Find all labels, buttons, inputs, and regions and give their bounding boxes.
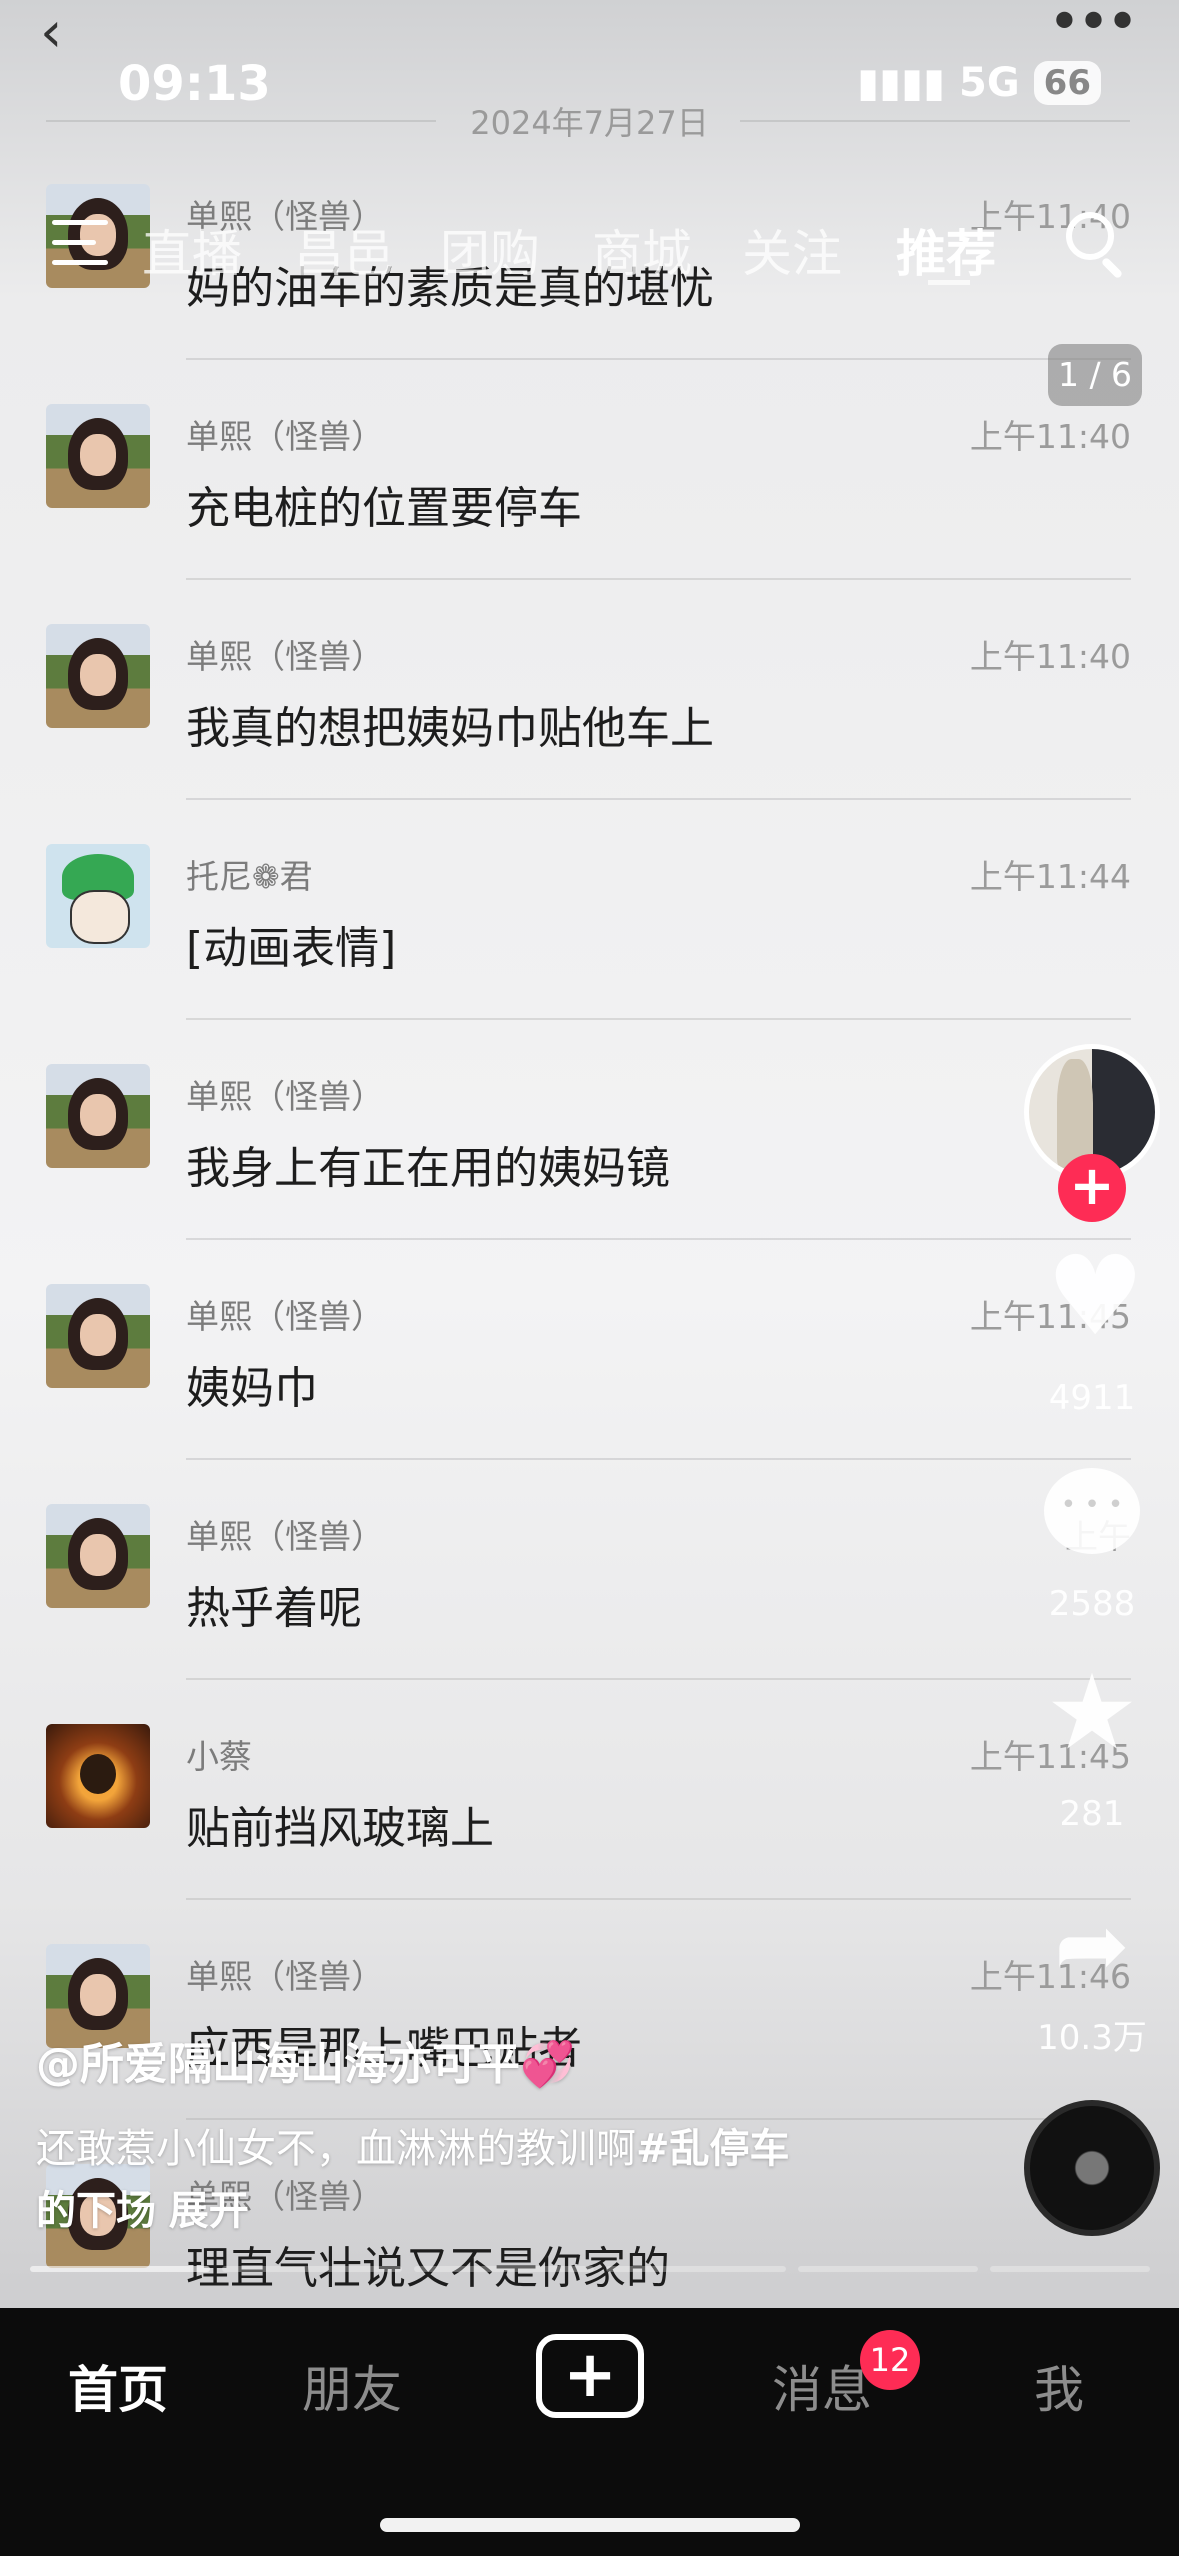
row-divider [186,1458,1131,1460]
sender-name: 单熙（怪兽） [186,417,384,456]
tab-following[interactable]: 关注 [742,214,842,286]
chat-date: 2024年7月27日 [470,104,709,142]
nav-home[interactable]: 首页 [68,2350,168,2422]
progress-segment [990,2266,1150,2272]
progress-segment [606,2266,786,2272]
star-icon[interactable]: ★ [1040,1660,1144,1764]
search-icon[interactable] [1066,212,1114,260]
chat-message-row[interactable]: 单熙（怪兽）上午我身上有正在用的姨妈镜 [0,1058,1179,1278]
row-divider [186,1018,1131,1020]
sender-name: 单熙（怪兽） [186,1957,384,1996]
message-text: 姨妈巾 [186,1363,318,1414]
messages-badge: 12 [860,2330,920,2390]
video-caption[interactable]: 还敢惹小仙女不，血淋淋的教训啊#乱停车 的下场 展开 [36,2118,896,2242]
message-text: 充电桩的位置要停车 [186,483,582,534]
sender-name: 单熙（怪兽） [186,1077,384,1116]
chat-message-row[interactable]: 单熙（怪兽）上午热乎着呢 [0,1498,1179,1718]
progress-segment [798,2266,978,2272]
progress-segment [414,2266,594,2272]
chat-message-row[interactable]: 单熙（怪兽） 上午11:40 妈的油车的素质是真的堪忧 [0,178,1179,398]
row-divider [186,1898,1131,1900]
message-text: 我真的想把姨妈巾贴他车上 [186,703,714,754]
comment-count: 2588 [1048,1584,1136,1624]
row-divider [186,1678,1131,1680]
row-divider [186,798,1131,800]
follow-button[interactable]: + [1058,1154,1126,1222]
sender-name: 单熙（怪兽） [186,1517,384,1556]
nav-friends[interactable]: 朋友 [302,2350,402,2422]
row-divider [186,578,1131,580]
tab-mall[interactable]: 商城 [592,214,692,286]
message-text: [动画表情] [186,923,397,974]
image-page-counter: 1 / 6 [1048,344,1142,406]
message-text: 贴前挡风玻璃上 [186,1803,494,1854]
nav-messages[interactable]: 消息 [772,2350,872,2422]
tab-live[interactable]: 直播 [142,214,242,286]
hashtag-link[interactable]: #乱停车 [636,2126,790,2172]
comment-icon[interactable] [1044,1468,1140,1554]
create-button[interactable]: + [536,2334,644,2418]
author-name[interactable]: @所爱隔山海山海亦可平💞 [36,2028,575,2092]
sender-avatar[interactable] [46,844,150,948]
sender-avatar[interactable] [46,1064,150,1168]
like-count: 4911 [1048,1378,1136,1418]
chat-message-row[interactable]: 单熙（怪兽） 上午11:40 我真的想把姨妈巾贴他车上 [0,618,1179,838]
message-time: 上午11:40 [969,637,1131,676]
row-divider [186,1238,1131,1240]
home-indicator [380,2518,800,2532]
caption-text: 还敢惹小仙女不，血淋淋的教训啊 [36,2126,636,2172]
nav-me[interactable]: 我 [1034,2350,1084,2422]
sender-avatar[interactable] [46,1504,150,1608]
back-icon[interactable]: ‹ [40,0,62,65]
tab-groupbuy[interactable]: 团购 [440,214,540,286]
chat-message-row[interactable]: 单熙（怪兽） 上午11:40 充电桩的位置要停车 [0,398,1179,618]
active-tab-indicator [928,280,970,285]
sender-name: 托尼❁君 [186,857,313,896]
chat-message-row[interactable]: 小蔡 上午11:45 贴前挡风玻璃上 [0,1718,1179,1938]
sender-name: 小蔡 [186,1737,252,1776]
message-time: 上午11:44 [969,857,1131,896]
expand-link[interactable]: 展开 [169,2188,249,2234]
sender-name: 单熙（怪兽） [186,1297,384,1336]
sender-avatar[interactable] [46,1284,150,1388]
sender-avatar[interactable] [46,1724,150,1828]
sender-avatar[interactable] [46,404,150,508]
more-icon[interactable]: ••• [1048,0,1139,55]
progress-segment [30,2266,210,2272]
progress-segment [222,2266,402,2272]
share-count: 10.3万 [1037,2018,1147,2058]
music-disc-icon[interactable] [1024,2100,1160,2236]
chat-message-row[interactable]: 单熙（怪兽） 上午11:45 姨妈巾 [0,1278,1179,1498]
caption-hashtag-tail: 的下场 [36,2188,156,2234]
message-text: 我身上有正在用的姨妈镜 [186,1143,670,1194]
message-text: 热乎着呢 [186,1583,362,1634]
tab-local[interactable]: 昌邑 [294,214,394,286]
favorite-count: 281 [1059,1794,1125,1834]
row-divider [186,358,1131,360]
message-time: 上午11:40 [969,417,1131,456]
tab-recommend[interactable]: 推荐 [896,214,996,286]
sender-name: 单熙（怪兽） [186,637,384,676]
heart-icon[interactable]: ♥ [1046,1241,1145,1351]
sender-avatar[interactable] [46,624,150,728]
share-icon[interactable]: ➦ [1046,1900,1138,1992]
chat-message-row[interactable]: 托尼❁君 上午11:44 [动画表情] [0,838,1179,1058]
hamburger-icon[interactable] [52,220,108,266]
